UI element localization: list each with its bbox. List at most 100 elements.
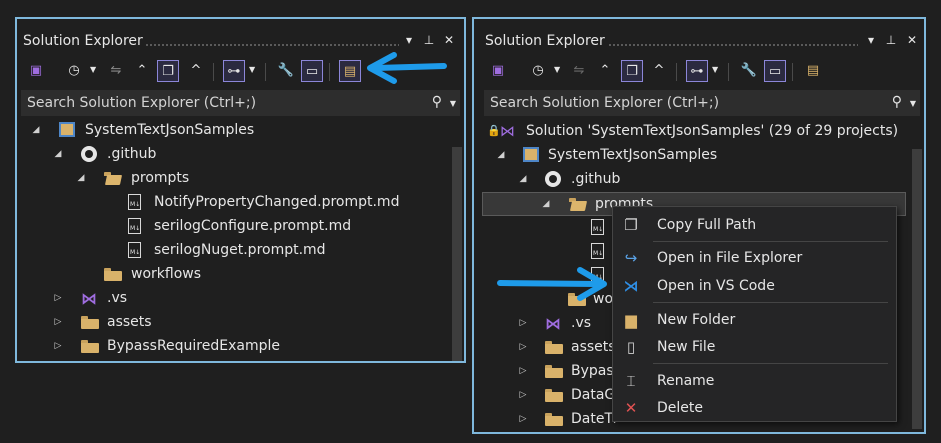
toolbar-separator [265, 63, 266, 81]
search-input[interactable]: Search Solution Explorer (Ctrl+;) [490, 95, 719, 111]
tree-item-label: prompts [131, 170, 190, 186]
collapsed-chevron-icon[interactable]: ▷ [518, 389, 528, 401]
tree-item-file[interactable]: M↓ NotifyPropertyChanged.prompt.md [17, 191, 450, 215]
properties-wrench-icon[interactable]: 🔧 [275, 60, 297, 82]
tree-item-github[interactable]: ◢ .github [17, 143, 450, 167]
pending-changes-filter-icon[interactable]: ◷ [527, 60, 549, 82]
search-icon[interactable]: ⚲ [892, 94, 902, 110]
collapse-all-icon[interactable]: ⌃ [594, 60, 616, 82]
collapsed-chevron-icon[interactable]: ▷ [53, 292, 63, 304]
tree-item-file[interactable]: M↓ serilogNuget.prompt.md [17, 239, 450, 263]
close-icon[interactable]: ✕ [905, 33, 919, 47]
folder-icon [545, 387, 563, 404]
tree-item-github[interactable]: ◢ .github [474, 168, 910, 192]
folder-icon [545, 339, 563, 356]
collapsed-chevron-icon[interactable]: ▷ [518, 365, 528, 377]
menu-item-open-in-file-explorer[interactable]: ↪ Open in File Explorer [613, 245, 896, 271]
view-mode-dropdown-icon[interactable]: ▼ [712, 65, 718, 74]
tree-item-label: .github [571, 171, 621, 187]
search-box[interactable]: Search Solution Explorer (Ctrl+;) ⚲ ▼ [484, 90, 920, 116]
title-grip[interactable] [145, 43, 399, 47]
tree-item-workflows[interactable]: workflows [17, 263, 450, 287]
menu-item-rename[interactable]: ⌶ Rename [613, 368, 896, 394]
github-icon [545, 171, 563, 188]
view-mode-icon[interactable]: ⊶ [223, 60, 245, 82]
window-position-dropdown-icon[interactable]: ▾ [402, 33, 416, 47]
tree-item-label: .vs [107, 290, 128, 306]
title-grip[interactable] [608, 43, 858, 47]
pending-changes-dropdown-icon[interactable]: ▼ [554, 65, 560, 74]
folder-icon [104, 266, 122, 283]
vertical-scrollbar[interactable] [912, 149, 922, 429]
switch-views-icon[interactable]: ▣ [25, 60, 47, 82]
collapsed-chevron-icon[interactable]: ▷ [53, 316, 63, 328]
preview-selected-items-icon[interactable]: ▭ [764, 60, 786, 82]
menu-item-new-file[interactable]: ▯ New File [613, 334, 896, 360]
visual-studio-icon: ⋈ [545, 314, 561, 333]
menu-item-new-folder[interactable]: ▆ New Folder [613, 307, 896, 333]
collapsed-chevron-icon[interactable]: ▷ [518, 341, 528, 353]
tree-item-label: DataG [571, 387, 616, 403]
menu-item-label: New Folder [657, 312, 736, 328]
switch-views-icon[interactable]: ▣ [487, 60, 509, 82]
collapsed-chevron-icon[interactable]: ▷ [518, 317, 528, 329]
vscode-icon: ⋊ [623, 277, 639, 295]
expanded-chevron-icon[interactable]: ◢ [541, 198, 551, 210]
menu-item-label: Open in VS Code [657, 278, 775, 294]
menu-item-delete[interactable]: ✕ Delete [613, 395, 896, 421]
search-box[interactable]: Search Solution Explorer (Ctrl+;) ⚲ ▼ [21, 90, 460, 116]
expanded-chevron-icon[interactable]: ◢ [518, 173, 528, 185]
pin-icon[interactable]: ⊥ [884, 33, 898, 47]
folder-open-icon [569, 196, 587, 213]
pin-icon[interactable]: ⊥ [422, 33, 436, 47]
sync-with-active-document-icon[interactable]: ⇋ [105, 60, 127, 82]
preview-selected-items-icon[interactable]: ▭ [301, 60, 323, 82]
search-options-dropdown-icon[interactable]: ▼ [910, 99, 916, 108]
rename-icon: ⌶ [626, 372, 636, 390]
open-folder-arrow-icon: ↪ [624, 249, 638, 267]
show-all-files-icon[interactable]: ❐ [157, 60, 179, 82]
tree-item-vs[interactable]: ▷ ⋈ .vs [17, 287, 450, 311]
search-icon[interactable]: ⚲ [432, 94, 442, 110]
tree-item-file[interactable]: M↓ serilogConfigure.prompt.md [17, 215, 450, 239]
open-folder-in-explorer-icon[interactable]: ▤ [802, 60, 824, 82]
collapsed-chevron-icon[interactable]: ▷ [518, 413, 528, 425]
markdown-file-icon: M↓ [591, 243, 609, 260]
properties-wrench-icon[interactable]: 🔧 [738, 60, 760, 82]
tree-item-prompts[interactable]: ◢ prompts [17, 167, 450, 191]
collapsed-chevron-icon[interactable]: ▷ [53, 340, 63, 352]
menu-item-label: Open in File Explorer [657, 250, 803, 266]
close-icon[interactable]: ✕ [442, 33, 456, 47]
search-options-dropdown-icon[interactable]: ▼ [450, 99, 456, 108]
folder-icon [545, 363, 563, 380]
expanded-chevron-icon[interactable]: ◢ [31, 124, 41, 136]
tree-item-project[interactable]: ◢ SystemTextJsonSamples [17, 119, 450, 143]
expanded-chevron-icon[interactable]: ◢ [496, 149, 506, 161]
open-folder-in-explorer-icon[interactable]: ▤ [339, 60, 361, 82]
new-file-icon: ▯ [626, 338, 636, 356]
view-mode-icon[interactable]: ⊶ [686, 60, 708, 82]
menu-item-copy-full-path[interactable]: ❐ Copy Full Path [613, 212, 896, 238]
collapse-icon[interactable]: ^ [648, 60, 670, 82]
search-input[interactable]: Search Solution Explorer (Ctrl+;) [27, 95, 256, 111]
menu-item-open-in-vs-code[interactable]: ⋊ Open in VS Code [613, 273, 896, 299]
markdown-file-icon: M↓ [591, 219, 609, 236]
pending-changes-dropdown-icon[interactable]: ▼ [90, 65, 96, 74]
pending-changes-filter-icon[interactable]: ◷ [63, 60, 85, 82]
collapse-all-icon[interactable]: ⌃ [131, 60, 153, 82]
new-folder-icon: ▆ [625, 311, 637, 329]
title-bar: Solution Explorer ▾ ⊥ ✕ [474, 19, 924, 49]
tree-item-bypass[interactable]: ▷ BypassRequiredExample [17, 335, 450, 359]
sync-with-active-document-icon[interactable]: ⇋ [568, 60, 590, 82]
window-position-dropdown-icon[interactable]: ▾ [864, 33, 878, 47]
view-mode-dropdown-icon[interactable]: ▼ [249, 65, 255, 74]
tree-item-assets[interactable]: ▷ assets [17, 311, 450, 335]
expanded-chevron-icon[interactable]: ◢ [53, 148, 63, 160]
expanded-chevron-icon[interactable]: ◢ [76, 172, 86, 184]
tree-item-project[interactable]: ◢ SystemTextJsonSamples [474, 144, 910, 168]
collapse-icon[interactable]: ^ [185, 60, 207, 82]
show-all-files-icon[interactable]: ❐ [621, 60, 643, 82]
vertical-scrollbar[interactable] [452, 147, 462, 361]
markdown-file-icon: M↓ [128, 218, 146, 235]
tree-item-solution[interactable]: 🔒 ⋈ Solution 'SystemTextJsonSamples' (29… [474, 120, 910, 144]
